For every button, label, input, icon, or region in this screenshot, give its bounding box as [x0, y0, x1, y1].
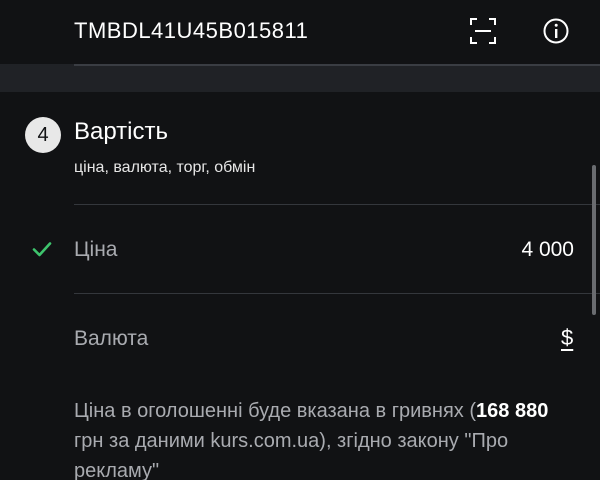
section-divider — [0, 64, 600, 92]
step-number-badge: 4 — [25, 117, 61, 153]
currency-row[interactable]: Валюта $ — [0, 294, 600, 382]
scan-frame-icon[interactable] — [468, 16, 498, 46]
currency-selector[interactable]: $ — [561, 325, 573, 351]
section-subtitle: ціна, валюта, торг, обмін — [74, 159, 256, 176]
info-circle-icon[interactable] — [542, 17, 570, 45]
vin-value[interactable]: TMBDL41U45B015811 — [74, 18, 308, 44]
check-icon — [32, 241, 52, 257]
screen: TMBDL41U45B015811 4 Вартість ціна, валют… — [0, 0, 600, 480]
scrollbar[interactable] — [592, 165, 596, 315]
price-row[interactable]: Ціна 4 000 — [0, 205, 600, 293]
vin-row[interactable]: TMBDL41U45B015811 — [0, 0, 600, 64]
currency-label: Валюта — [74, 327, 149, 350]
note-text-before: Ціна в оголошенні буде вказана в гривнях… — [74, 400, 477, 422]
section-title: Вартість — [74, 118, 168, 145]
note-amount: 168 880 — [476, 400, 549, 422]
price-value[interactable]: 4 000 — [521, 238, 574, 262]
note-text-after: грн за даними kurs.com.ua), згідно закон… — [74, 430, 509, 480]
price-label: Ціна — [74, 238, 118, 261]
price-conversion-note: Ціна в оголошенні буде вказана в гривнях… — [74, 396, 574, 480]
